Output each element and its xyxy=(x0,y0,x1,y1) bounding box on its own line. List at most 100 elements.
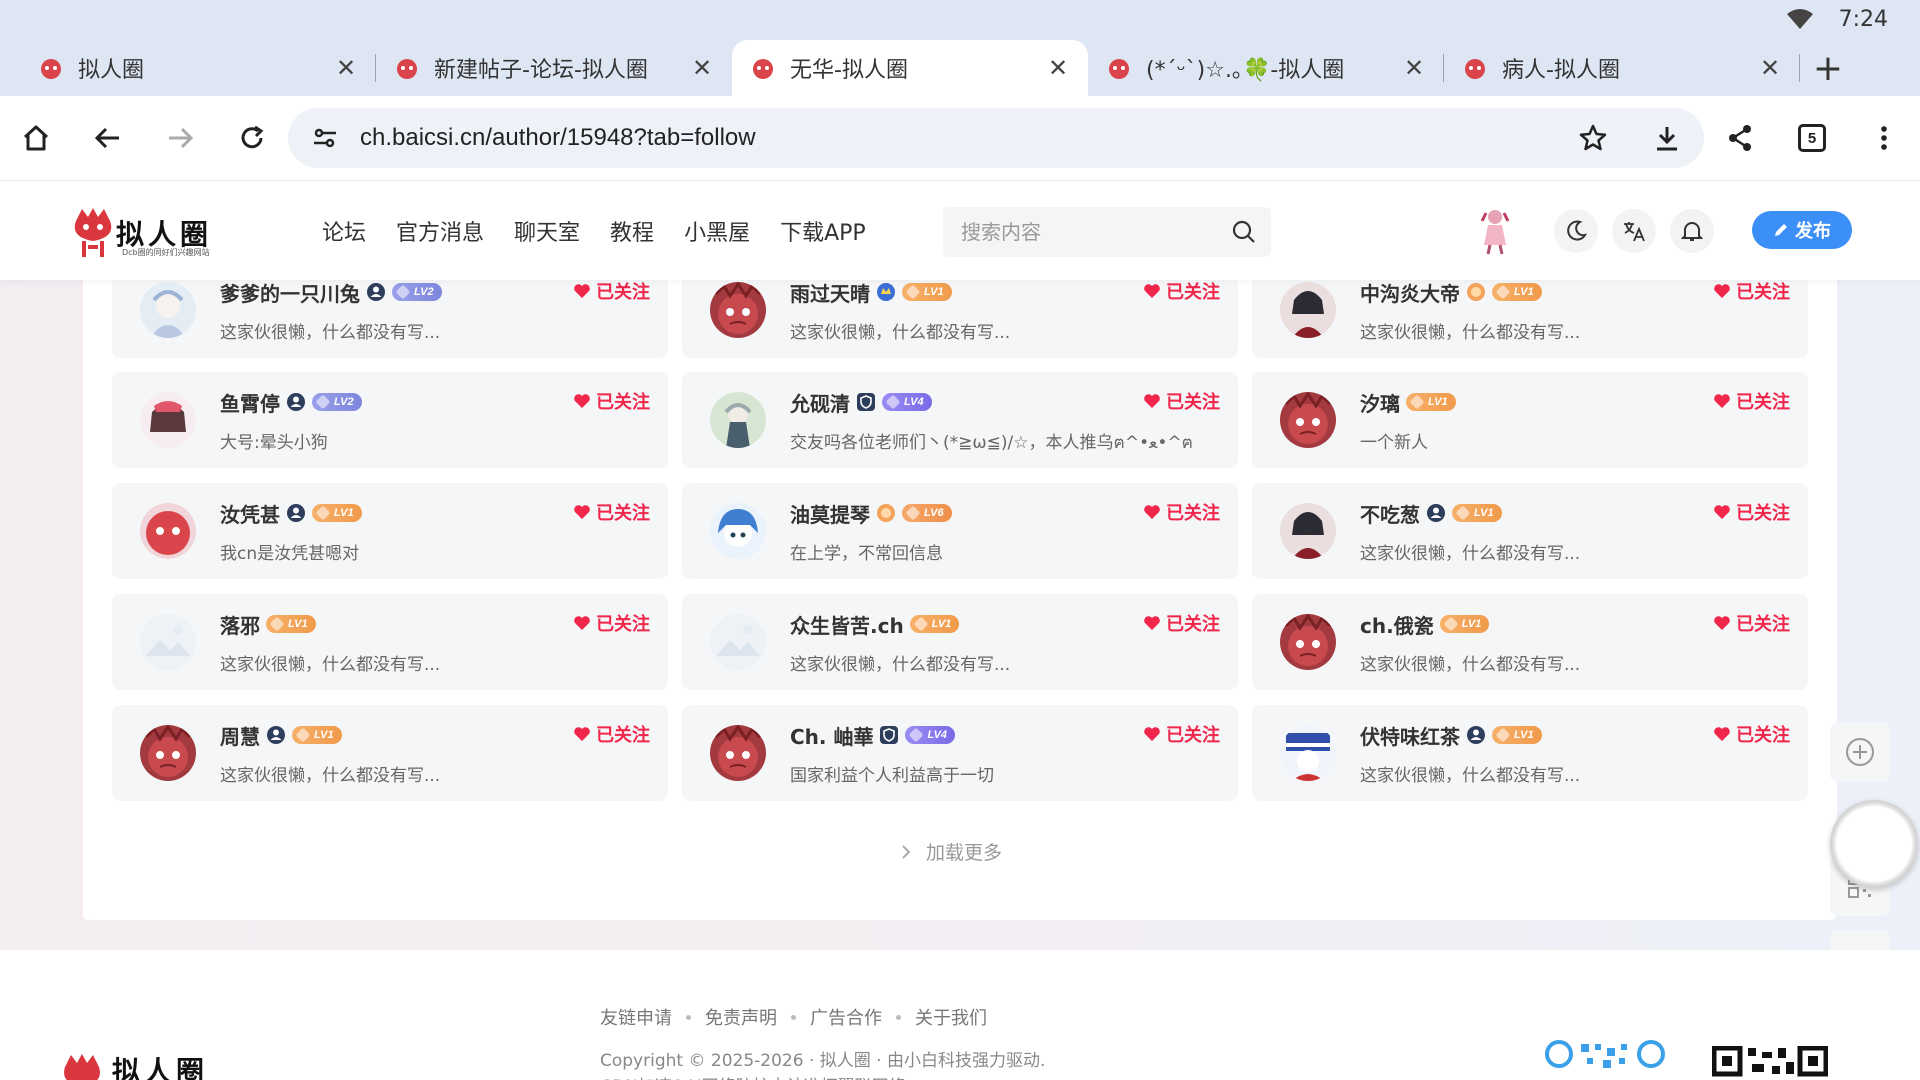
followed-button[interactable]: 已关注 xyxy=(573,721,650,747)
avatar[interactable] xyxy=(710,503,766,559)
follow-card[interactable]: 众生皆苦.ch LV1 这家伙很懒，什么都没有写... 已关注 xyxy=(682,594,1238,690)
footer-link-disclaimer[interactable]: 免责声明 xyxy=(705,1004,777,1030)
publish-button[interactable]: 发布 xyxy=(1752,211,1852,249)
follow-card[interactable]: ch.俄瓷 LV1 这家伙很懒，什么都没有写... 已关注 xyxy=(1252,594,1808,690)
avatar[interactable] xyxy=(140,392,196,448)
mascot-character-icon[interactable] xyxy=(1478,207,1512,255)
avatar[interactable] xyxy=(1280,725,1336,781)
followed-button[interactable]: 已关注 xyxy=(1713,721,1790,747)
tab-close-icon[interactable]: ✕ xyxy=(688,54,716,82)
username[interactable]: 雨过天晴 xyxy=(790,278,870,307)
followed-button[interactable]: 已关注 xyxy=(573,278,650,304)
share-button[interactable] xyxy=(1712,110,1768,166)
username[interactable]: 众生皆苦.ch xyxy=(790,610,904,639)
follow-card[interactable]: 允砚清 LV4 交友吗各位老师们丶(*≧ω≦)/☆，本人推乌ฅ^•ﻌ•^ฅ 已关… xyxy=(682,372,1238,468)
follow-card[interactable]: 鱼霄停 LV2 大号:晕头小狗 已关注 xyxy=(112,372,668,468)
avatar[interactable] xyxy=(710,282,766,338)
avatar[interactable] xyxy=(710,392,766,448)
float-add-button[interactable] xyxy=(1830,722,1890,782)
followed-button[interactable]: 已关注 xyxy=(1143,278,1220,304)
reload-button[interactable] xyxy=(224,110,280,166)
followed-button[interactable]: 已关注 xyxy=(573,610,650,636)
nav-official-news[interactable]: 官方消息 xyxy=(396,215,484,247)
browser-tab-4[interactable]: 病人-拟人圈 ✕ xyxy=(1444,40,1800,96)
followed-button[interactable]: 已关注 xyxy=(1713,388,1790,414)
browser-tab-0[interactable]: 拟人圈 ✕ xyxy=(20,40,376,96)
follow-card[interactable]: 汝凭甚 LV1 我cn是汝凭甚嗯对 已关注 xyxy=(112,483,668,579)
nav-forum[interactable]: 论坛 xyxy=(322,215,366,247)
username[interactable]: 汝凭甚 xyxy=(220,499,280,528)
address-bar[interactable]: ch.baicsi.cn/author/15948?tab=follow xyxy=(288,108,1704,168)
footer-link-friend[interactable]: 友链申请 xyxy=(600,1004,672,1030)
username[interactable]: 汐璃 xyxy=(1360,388,1400,417)
back-button[interactable] xyxy=(80,110,136,166)
username[interactable]: 鱼霄停 xyxy=(220,388,280,417)
site-logo[interactable]: 拟人圈 Dcb圈的同好们兴趣网站 xyxy=(70,205,212,261)
follow-card[interactable]: 周慧 LV1 这家伙很懒，什么都没有写... 已关注 xyxy=(112,705,668,801)
follow-card[interactable]: 汐璃 LV1 一个新人 已关注 xyxy=(1252,372,1808,468)
avatar[interactable] xyxy=(1280,392,1336,448)
username[interactable]: 周慧 xyxy=(220,721,260,750)
browser-tab-1[interactable]: 新建帖子-论坛-拟人圈 ✕ xyxy=(376,40,732,96)
username[interactable]: 中沟炎大帝 xyxy=(1360,278,1460,307)
followed-button[interactable]: 已关注 xyxy=(1143,388,1220,414)
load-more-button[interactable]: 加载更多 xyxy=(900,838,1002,865)
avatar[interactable] xyxy=(1280,282,1336,338)
username[interactable]: 爹爹的一只川兔 xyxy=(220,278,360,307)
footer-link-about[interactable]: 关于我们 xyxy=(915,1004,987,1030)
notifications-button[interactable] xyxy=(1670,209,1714,253)
tab-close-icon[interactable]: ✕ xyxy=(1400,54,1428,82)
nav-chatroom[interactable]: 聊天室 xyxy=(514,215,580,247)
avatar[interactable] xyxy=(140,282,196,338)
tab-close-icon[interactable]: ✕ xyxy=(1044,54,1072,82)
username[interactable]: 油莫提琴 xyxy=(790,499,870,528)
avatar[interactable] xyxy=(140,614,196,670)
bookmark-star-icon[interactable] xyxy=(1578,123,1608,153)
search-icon[interactable] xyxy=(1231,219,1257,245)
follow-card[interactable]: 伏特味红茶 LV1 这家伙很懒，什么都没有写... 已关注 xyxy=(1252,705,1808,801)
avatar[interactable] xyxy=(1280,503,1336,559)
username[interactable]: Ch. 岫華 xyxy=(790,721,873,750)
browser-tab-3[interactable]: (*´ᵕ`)☆.｡🍀-拟人圈 ✕ xyxy=(1088,40,1444,96)
nav-blackroom[interactable]: 小黑屋 xyxy=(684,215,750,247)
dark-mode-button[interactable] xyxy=(1554,209,1598,253)
followed-button[interactable]: 已关注 xyxy=(1143,499,1220,525)
username[interactable]: 不吃葱 xyxy=(1360,499,1420,528)
footer-logo[interactable]: 拟人圈 xyxy=(60,1050,208,1080)
browser-tab-2-active[interactable]: 无华-拟人圈 ✕ xyxy=(732,40,1088,96)
tab-close-icon[interactable]: ✕ xyxy=(1756,54,1784,82)
follow-card[interactable]: 不吃葱 LV1 这家伙很懒，什么都没有写... 已关注 xyxy=(1252,483,1808,579)
followed-button[interactable]: 已关注 xyxy=(1713,278,1790,304)
avatar[interactable] xyxy=(1280,614,1336,670)
followed-button[interactable]: 已关注 xyxy=(573,388,650,414)
username[interactable]: ch.俄瓷 xyxy=(1360,610,1434,639)
nav-download-app[interactable]: 下载APP xyxy=(780,215,866,247)
username[interactable]: 落邪 xyxy=(220,610,260,639)
tab-close-icon[interactable]: ✕ xyxy=(332,54,360,82)
forward-button[interactable] xyxy=(152,110,208,166)
footer-link-ads[interactable]: 广告合作 xyxy=(810,1004,882,1030)
follow-card[interactable]: 落邪 LV1 这家伙很懒，什么都没有写... 已关注 xyxy=(112,594,668,690)
nav-tutorials[interactable]: 教程 xyxy=(610,215,654,247)
tab-switcher-button[interactable]: 5 xyxy=(1784,110,1840,166)
site-settings-icon[interactable] xyxy=(310,123,340,153)
home-button[interactable] xyxy=(8,110,64,166)
avatar[interactable] xyxy=(710,725,766,781)
url-text[interactable]: ch.baicsi.cn/author/15948?tab=follow xyxy=(360,124,756,152)
download-icon[interactable] xyxy=(1652,123,1682,153)
assistive-touch-button[interactable] xyxy=(1830,800,1918,888)
avatar[interactable] xyxy=(140,725,196,781)
followed-button[interactable]: 已关注 xyxy=(573,499,650,525)
language-button[interactable] xyxy=(1612,209,1656,253)
search-input[interactable] xyxy=(961,217,1221,247)
followed-button[interactable]: 已关注 xyxy=(1713,610,1790,636)
new-tab-button[interactable]: + xyxy=(1800,44,1856,92)
username[interactable]: 伏特味红茶 xyxy=(1360,721,1460,750)
followed-button[interactable]: 已关注 xyxy=(1713,499,1790,525)
followed-button[interactable]: 已关注 xyxy=(1143,610,1220,636)
followed-button[interactable]: 已关注 xyxy=(1143,721,1220,747)
username[interactable]: 允砚清 xyxy=(790,388,850,417)
avatar[interactable] xyxy=(710,614,766,670)
follow-card[interactable]: 油莫提琴 LV6 在上学，不常回信息 已关注 xyxy=(682,483,1238,579)
avatar[interactable] xyxy=(140,503,196,559)
